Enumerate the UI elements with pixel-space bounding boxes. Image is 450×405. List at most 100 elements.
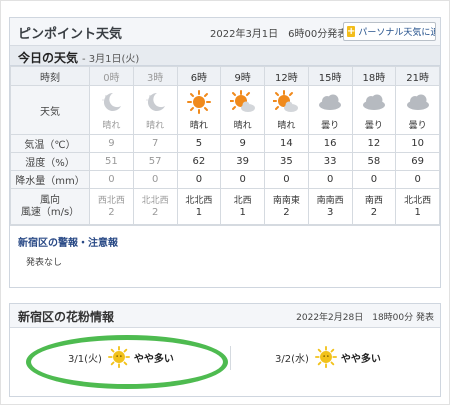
pinpoint-weather-card: ピンポイント天気 2022年3月1日 6時00分発表 + パーソナル天気に追加 … — [9, 17, 441, 288]
pollen-level: やや多い — [340, 353, 381, 365]
hour-header: 0時 — [89, 66, 134, 86]
weather-cell: 晴れ — [264, 85, 309, 135]
wind-speed: 3 — [326, 206, 334, 218]
wind-direction: 北北西 — [404, 195, 432, 206]
precip-cell: 0 — [307, 170, 353, 189]
precip-cell: 0 — [264, 170, 309, 189]
wind-speed: 1 — [414, 206, 421, 218]
wind-direction: 南西 — [364, 195, 383, 206]
alerts-body: 発表なし — [26, 258, 63, 268]
precip-cell: 0 — [395, 170, 440, 189]
temp-cell: 5 — [176, 134, 222, 153]
temp-cell: 16 — [307, 134, 353, 153]
humidity-cell: 33 — [307, 152, 353, 171]
issued-time: 2022年3月1日 6時00分発表 — [210, 29, 348, 40]
humidity-cell: 62 — [176, 152, 222, 171]
pollen-date: 3/2(水) — [275, 353, 309, 365]
wind-cell: 北北西 1 — [176, 188, 222, 225]
today-title: 今日の天気 — [18, 51, 79, 65]
wind-direction: 南南西 — [316, 195, 344, 206]
plus-icon: + — [347, 26, 356, 37]
weather-cell: 曇り — [395, 85, 440, 135]
weather-cell: 晴れ — [176, 85, 222, 135]
humidity-cell: 57 — [132, 152, 178, 171]
temp-cell: 10 — [395, 134, 440, 153]
wind-cell: 南南西 3 — [307, 188, 353, 225]
hour-header: 3時 — [132, 66, 178, 86]
today-heading: 今日の天気 - 3月1日(火) — [10, 46, 440, 66]
wind-speed: 2 — [108, 206, 115, 218]
pollen-header: 新宿区の花粉情報 2022年2月28日 18時00分 発表 — [10, 304, 440, 328]
weather-label: 晴れ — [233, 120, 252, 131]
humidity-cell: 35 — [264, 152, 309, 171]
temp-cell: 9 — [220, 134, 265, 153]
wind-direction: 西北西 — [97, 195, 125, 206]
weather-label: 晴れ — [277, 120, 296, 131]
wind-cell: 北北西 1 — [395, 188, 440, 225]
highlight-circle — [26, 335, 228, 389]
weather-cell: 晴れ — [89, 85, 134, 135]
label-time: 時刻 — [10, 66, 90, 86]
add-personal-weather-button[interactable]: + パーソナル天気に追加 — [343, 22, 436, 41]
precip-cell: 0 — [132, 170, 178, 189]
sun-icon — [186, 89, 212, 117]
today-date: - 3月1日(火) — [82, 54, 140, 65]
weather-label: 曇り — [408, 120, 427, 131]
wind-cell: 北北西 2 — [132, 188, 178, 225]
weather-cell: 晴れ — [220, 85, 265, 135]
wind-speed: 2 — [283, 206, 290, 218]
pollen-title: 新宿区の花粉情報 — [18, 310, 115, 324]
alerts-section: 新宿区の警報・注意報 発表なし — [10, 225, 440, 273]
hour-header: 21時 — [395, 66, 440, 86]
hour-header: 15時 — [307, 66, 353, 86]
page-title: ピンポイント天気 — [18, 27, 123, 42]
label-temp: 気温（℃） — [10, 134, 90, 153]
weather-label: 晴れ — [102, 120, 121, 131]
wind-speed: 2 — [151, 206, 159, 218]
hourly-forecast-table: 時刻 0時 3時 6時 9時 12時 15時 18時 21時 天気 晴れ 晴れ 晴れ 晴れ 晴れ 曇り 曇り 曇… — [10, 66, 440, 225]
precip-cell: 0 — [176, 170, 222, 189]
humidity-cell: 39 — [220, 152, 265, 171]
wind-direction: 北西 — [233, 195, 252, 206]
wind-direction: 北北西 — [185, 195, 213, 206]
cloud-icon — [317, 90, 343, 117]
wind-direction: 南南東 — [272, 195, 300, 206]
pollen-issued: 2022年2月28日 18時00分 発表 — [296, 313, 434, 323]
add-button-label: パーソナル天気に追加 — [358, 28, 435, 38]
cloud-icon — [405, 90, 431, 117]
moon-icon — [142, 90, 168, 117]
sun-cloud-icon — [228, 89, 256, 117]
wind-speed: 1 — [195, 206, 203, 218]
weather-page: ピンポイント天気 2022年3月1日 6時00分発表 + パーソナル天気に追加 … — [0, 0, 450, 405]
weather-cell: 晴れ — [132, 85, 178, 135]
label-precip: 降水量（mm） — [10, 170, 90, 189]
precip-cell: 0 — [89, 170, 134, 189]
weather-label: 晴れ — [146, 120, 165, 131]
pollen-day-2: 3/2(水) やや多い — [275, 338, 381, 376]
temp-cell: 12 — [351, 134, 397, 153]
humidity-cell: 69 — [395, 152, 440, 171]
wind-speed: 1 — [239, 206, 246, 218]
alerts-link[interactable]: 新宿区の警報・注意報 — [18, 234, 118, 249]
wind-cell: 北西 1 — [220, 188, 265, 225]
humidity-cell: 58 — [351, 152, 397, 171]
hour-header: 9時 — [220, 66, 265, 86]
label-weather: 天気 — [10, 85, 90, 135]
weather-label: 曇り — [321, 120, 340, 131]
precip-cell: 0 — [220, 170, 265, 189]
moon-icon — [98, 90, 124, 117]
hour-header: 6時 — [176, 66, 222, 86]
label-wind: 風向 風速（m/s） — [10, 188, 90, 225]
label-humidity: 湿度（%） — [10, 152, 90, 171]
weather-cell: 曇り — [307, 85, 353, 135]
sun-face-icon — [314, 346, 337, 368]
humidity-cell: 51 — [89, 152, 134, 171]
wind-cell: 西北西 2 — [89, 188, 134, 225]
hour-header: 18時 — [351, 66, 397, 86]
weather-label: 晴れ — [189, 120, 208, 131]
temp-cell: 14 — [264, 134, 309, 153]
wind-cell: 南南東 2 — [264, 188, 309, 225]
precip-cell: 0 — [351, 170, 397, 189]
wind-cell: 南西 2 — [351, 188, 397, 225]
pollen-divider — [230, 346, 231, 370]
